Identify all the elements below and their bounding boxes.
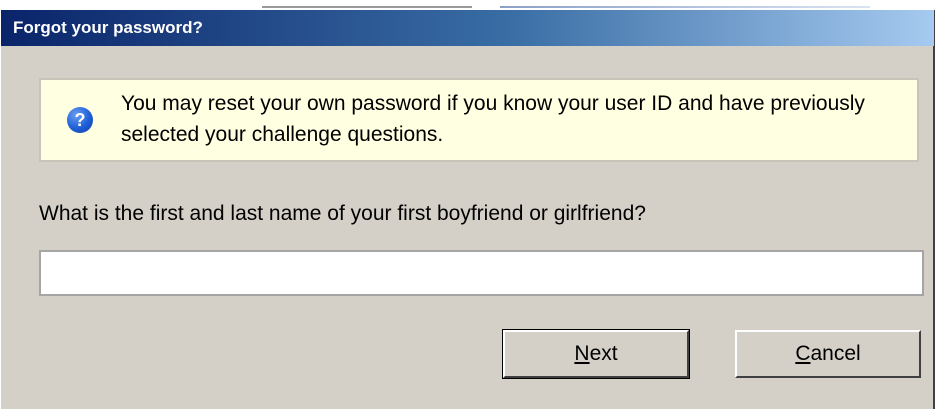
challenge-question-label: What is the first and last name of your … xyxy=(39,202,646,225)
title-bar[interactable]: Forgot your password? xyxy=(1,10,934,46)
question-icon: ? xyxy=(67,107,93,133)
challenge-answer-input[interactable] xyxy=(39,250,924,296)
dialog-title: Forgot your password? xyxy=(13,18,203,37)
background-window-edge xyxy=(500,6,870,8)
info-panel: ? You may reset your own password if you… xyxy=(39,78,919,162)
cancel-button[interactable]: Cancel xyxy=(735,330,921,378)
forgot-password-dialog: Forgot your password? ? You may reset yo… xyxy=(0,10,935,409)
background-window-edge xyxy=(262,6,472,8)
next-button-label: ext xyxy=(589,342,618,365)
cancel-button-label: ancel xyxy=(810,342,861,365)
next-button-mnemonic: N xyxy=(574,342,590,365)
info-message: You may reset your own password if you k… xyxy=(121,92,865,146)
next-button[interactable]: Next xyxy=(502,329,690,379)
background-window-strip xyxy=(0,0,945,10)
cancel-button-mnemonic: C xyxy=(795,342,811,365)
